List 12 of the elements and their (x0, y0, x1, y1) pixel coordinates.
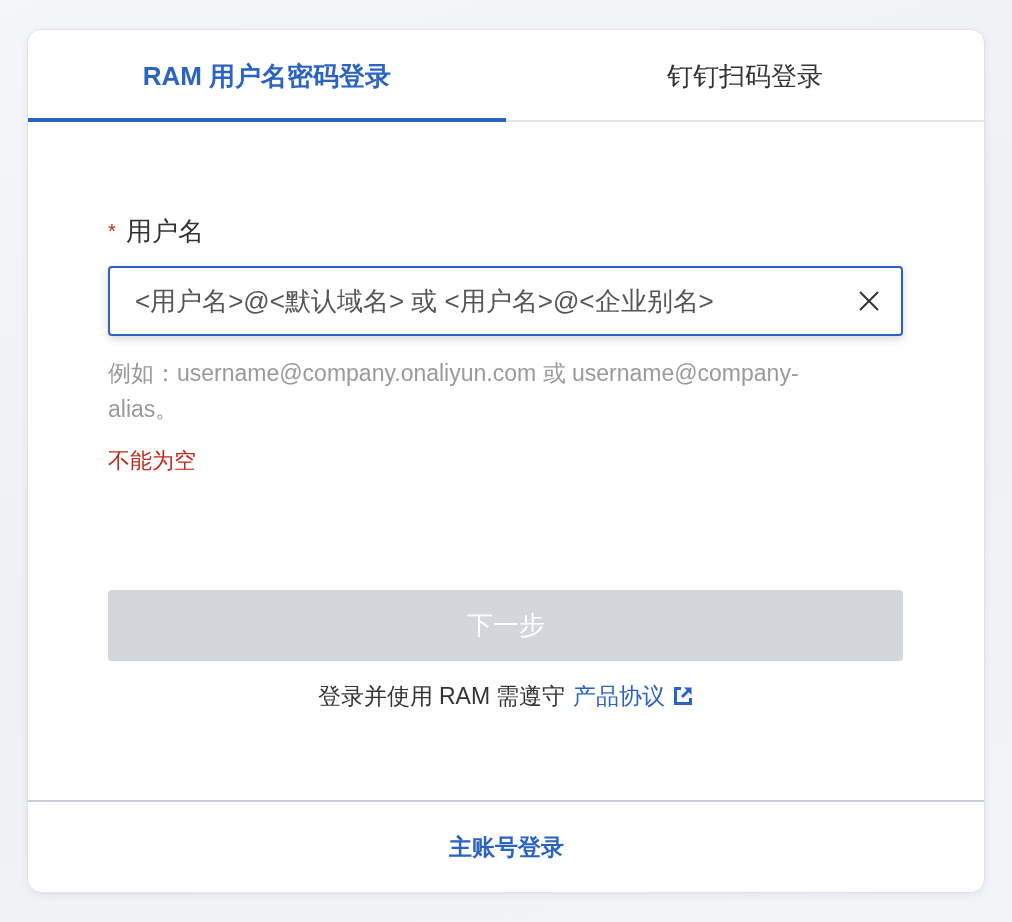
agreement-link[interactable]: 产品协议 (573, 682, 666, 710)
error-message: 不能为空 (108, 447, 197, 475)
username-field[interactable]: <用户名>@<默认域名> 或 <用户名>@<企业别名> (108, 266, 903, 336)
required-mark: * (108, 219, 116, 244)
field-label: 用户名 (125, 217, 204, 245)
tab[interactable]: 钉钉扫码登录 (506, 30, 984, 122)
external-link-icon[interactable] (673, 686, 694, 706)
clear-icon[interactable] (858, 290, 880, 312)
main-account-login-link[interactable]: 主账号登录 (448, 831, 564, 863)
agreement-text: 登录并使用 RAM 需遵守 (317, 682, 566, 710)
tab[interactable]: RAM 用户名密码登录 (28, 30, 506, 122)
hint-text: 例如：username@company.onaliyun.com 或 username@company-alias。 (108, 359, 800, 424)
